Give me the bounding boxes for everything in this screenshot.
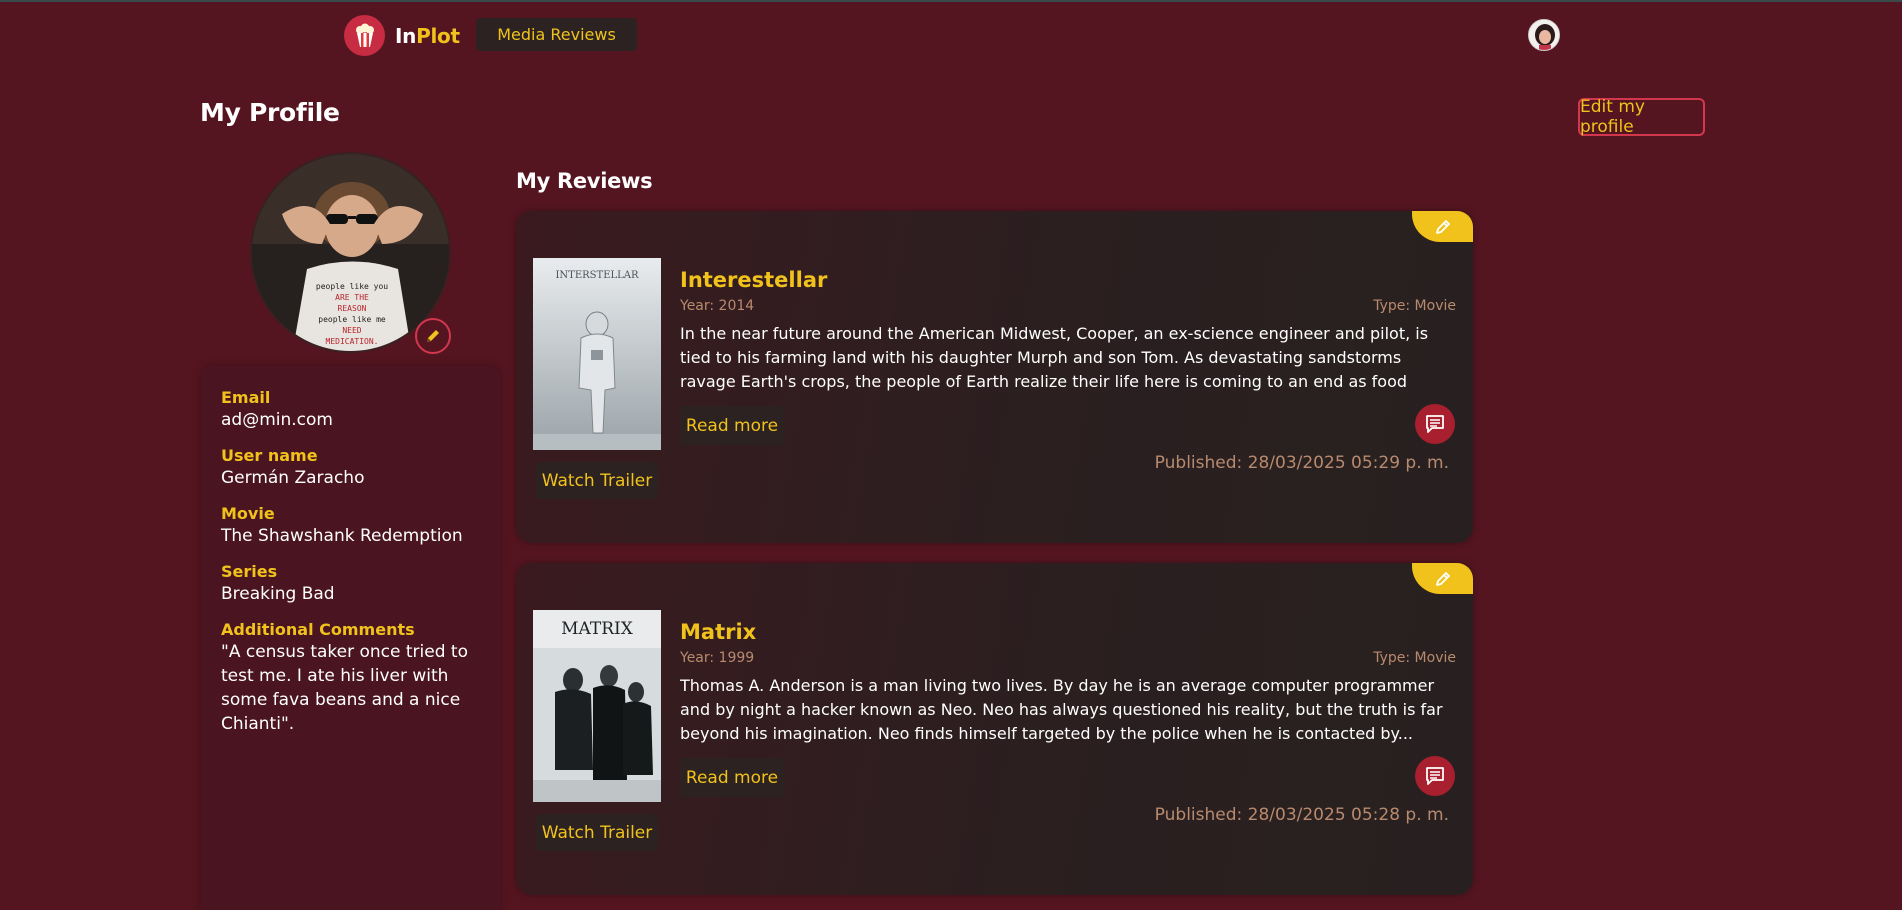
username-section: User name Germán Zaracho bbox=[221, 446, 480, 490]
comments-button[interactable] bbox=[1415, 404, 1455, 444]
comments-section: Additional Comments "A census taker once… bbox=[221, 620, 480, 736]
edit-profile-picture-button[interactable] bbox=[415, 318, 451, 354]
pencil-icon bbox=[1435, 571, 1450, 586]
published-date: Published: 28/03/2025 05:28 p. m. bbox=[1154, 805, 1449, 825]
comments-button[interactable] bbox=[1415, 756, 1455, 796]
review-title[interactable]: Interestellar bbox=[680, 268, 827, 292]
review-type: Type: Movie bbox=[1373, 298, 1456, 314]
comment-icon bbox=[1426, 415, 1444, 433]
review-year: Year: 1999 bbox=[680, 650, 755, 666]
app-logo[interactable]: InPlot bbox=[344, 15, 460, 56]
pencil-icon bbox=[1435, 219, 1450, 234]
navbar: InPlot Media Reviews bbox=[0, 2, 1902, 66]
svg-text:people like you: people like you bbox=[316, 282, 388, 291]
email-section: Email ad@min.com bbox=[221, 388, 480, 432]
movie-value: The Shawshank Redemption bbox=[221, 526, 463, 546]
watch-trailer-button[interactable]: Watch Trailer bbox=[536, 462, 658, 499]
popcorn-icon bbox=[344, 15, 385, 56]
svg-text:ARE THE: ARE THE bbox=[335, 293, 369, 302]
series-value: Breaking Bad bbox=[221, 584, 335, 604]
poster-title-text: INTERSTELLAR bbox=[555, 270, 639, 281]
comment-icon bbox=[1426, 767, 1444, 785]
comments-value: "A census taker once tried to test me. I… bbox=[221, 642, 468, 734]
series-label: Series bbox=[221, 562, 278, 581]
movie-label: Movie bbox=[221, 504, 275, 523]
poster-title-text: MATRIX bbox=[561, 619, 634, 639]
movie-poster[interactable]: MATRIX bbox=[533, 610, 661, 802]
email-value: ad@min.com bbox=[221, 410, 333, 430]
logo-in-text: In bbox=[395, 23, 417, 48]
username-value: Germán Zaracho bbox=[221, 468, 365, 488]
profile-info-card: Email ad@min.com User name Germán Zarach… bbox=[201, 366, 500, 910]
svg-text:MEDICATION.: MEDICATION. bbox=[326, 337, 379, 346]
published-date: Published: 28/03/2025 05:29 p. m. bbox=[1154, 453, 1449, 473]
reviews-title: My Reviews bbox=[516, 169, 653, 193]
review-card: INTERSTELLAR Watch Trailer Interestellar… bbox=[516, 211, 1473, 543]
page-title: My Profile bbox=[200, 98, 340, 127]
username-label: User name bbox=[221, 446, 318, 465]
read-more-button[interactable]: Read more bbox=[680, 406, 784, 445]
email-label: Email bbox=[221, 388, 271, 407]
review-year: Year: 2014 bbox=[680, 298, 755, 314]
review-description: In the near future around the American M… bbox=[680, 324, 1429, 391]
edit-review-button[interactable] bbox=[1412, 563, 1473, 594]
comments-label: Additional Comments bbox=[221, 620, 415, 639]
review-type: Type: Movie bbox=[1373, 650, 1456, 666]
watch-trailer-button[interactable]: Watch Trailer bbox=[536, 814, 658, 851]
logo-plot-text: Plot bbox=[416, 23, 460, 48]
movie-poster[interactable]: INTERSTELLAR bbox=[533, 258, 661, 450]
review-description: Thomas A. Anderson is a man living two l… bbox=[680, 676, 1443, 743]
series-section: Series Breaking Bad bbox=[221, 562, 480, 606]
review-card: MATRIX Watch Trailer Matrix Year: 1999 T… bbox=[516, 563, 1473, 895]
review-title[interactable]: Matrix bbox=[680, 620, 756, 644]
edit-profile-button[interactable]: Edit my profile bbox=[1578, 97, 1705, 137]
app-name: InPlot bbox=[395, 24, 460, 48]
svg-text:REASON: REASON bbox=[338, 304, 367, 313]
movie-section: Movie The Shawshank Redemption bbox=[221, 504, 480, 548]
user-avatar[interactable] bbox=[1528, 19, 1560, 51]
read-more-button[interactable]: Read more bbox=[680, 758, 784, 797]
svg-text:NEED: NEED bbox=[342, 326, 361, 335]
svg-text:people like me: people like me bbox=[318, 315, 386, 324]
edit-review-button[interactable] bbox=[1412, 211, 1473, 242]
pencil-icon bbox=[427, 330, 439, 342]
media-reviews-button[interactable]: Media Reviews bbox=[476, 18, 637, 51]
